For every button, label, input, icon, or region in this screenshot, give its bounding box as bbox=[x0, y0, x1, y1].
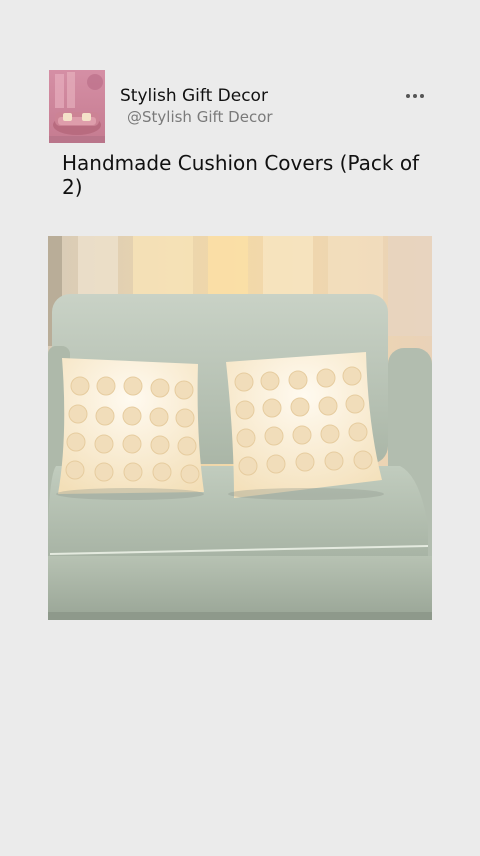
profile-avatar[interactable] bbox=[49, 70, 105, 143]
profile-name[interactable]: Stylish Gift Decor bbox=[120, 86, 268, 106]
more-options-button[interactable] bbox=[402, 86, 428, 106]
post-title: Handmade Cushion Covers (Pack of 2) bbox=[62, 151, 420, 199]
more-horizontal-icon bbox=[406, 94, 424, 98]
sofa-thumbnail-icon bbox=[49, 70, 105, 143]
sofa-with-cushions-photo bbox=[48, 236, 432, 620]
profile-handle[interactable]: @Stylish Gift Decor bbox=[127, 108, 273, 126]
post-screen: Stylish Gift Decor @Stylish Gift Decor H… bbox=[0, 0, 480, 856]
product-image[interactable] bbox=[48, 236, 432, 620]
